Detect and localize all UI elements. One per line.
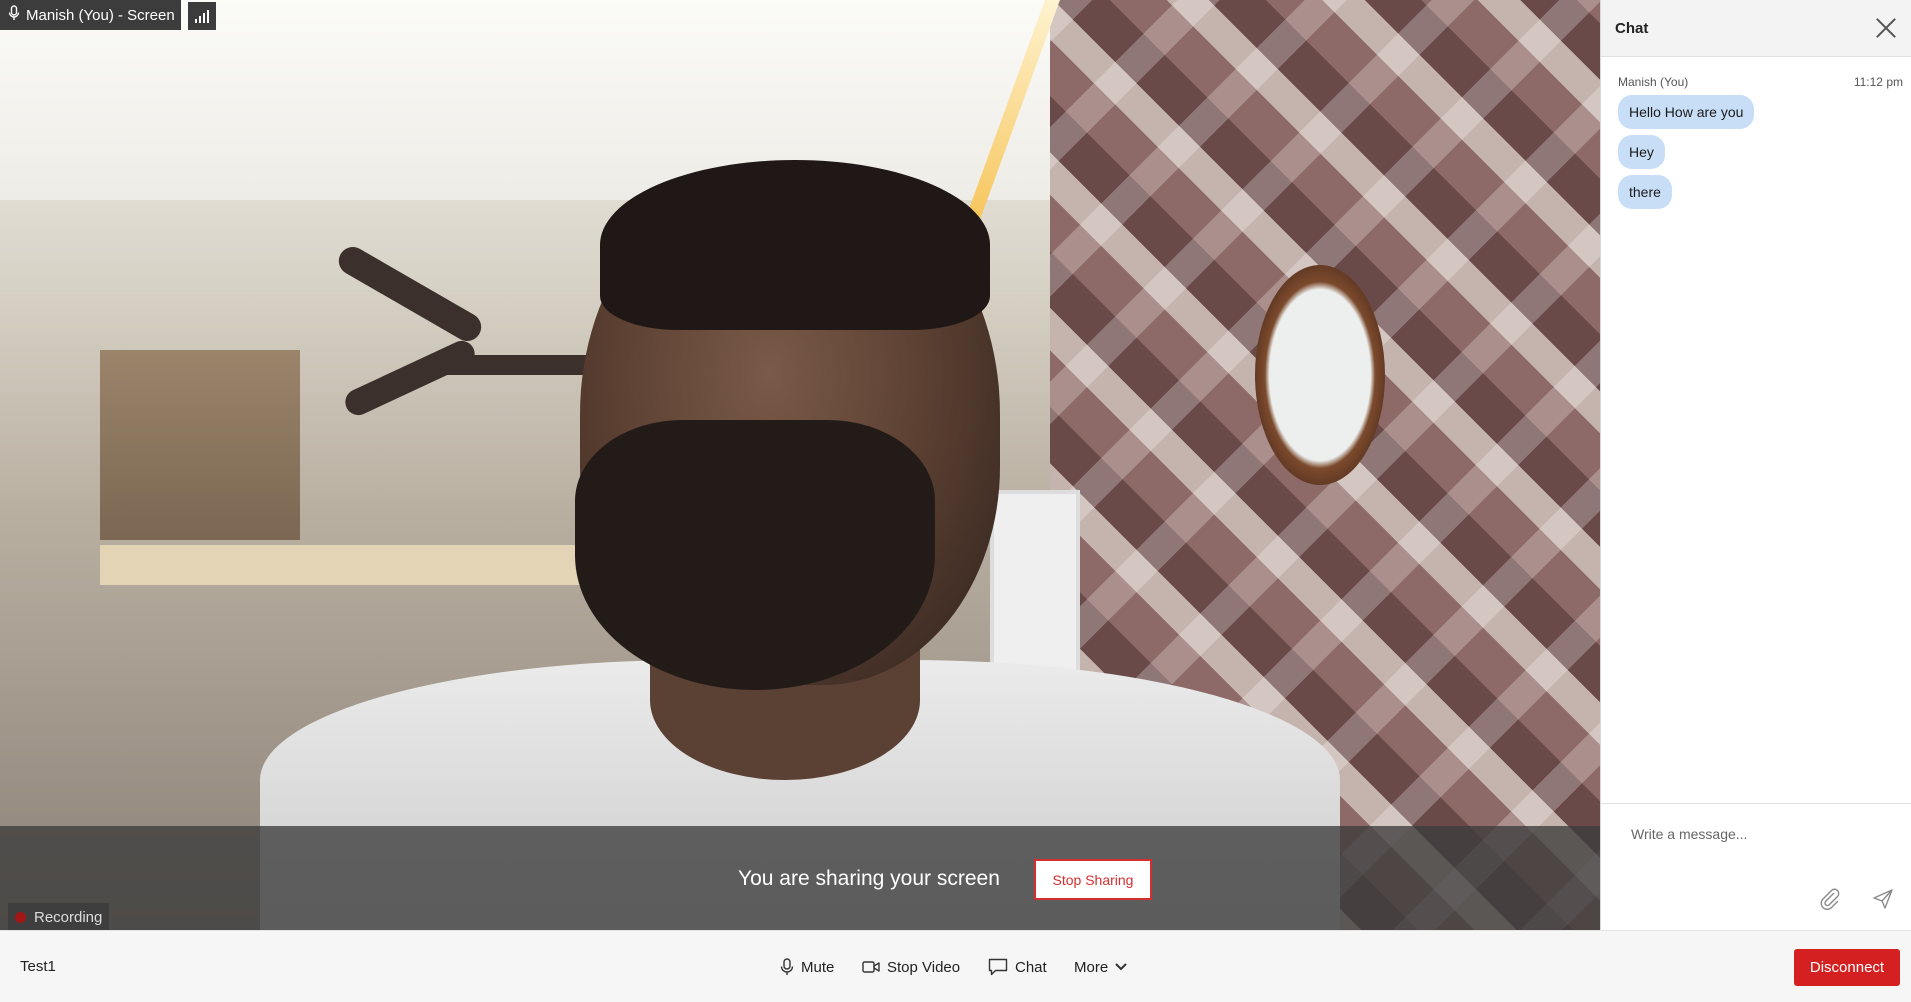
more-label: More bbox=[1074, 958, 1109, 976]
message-input[interactable] bbox=[1631, 826, 1891, 842]
chevron-down-icon bbox=[1115, 963, 1127, 971]
video-background bbox=[100, 545, 620, 585]
chat-message: Hello How are you bbox=[1618, 95, 1755, 129]
recording-indicator: Recording bbox=[8, 903, 110, 930]
video-background bbox=[1255, 265, 1385, 485]
chat-message: Hey bbox=[1618, 135, 1665, 169]
chat-title: Chat bbox=[1615, 19, 1649, 37]
close-icon[interactable] bbox=[1875, 17, 1897, 39]
video-background bbox=[341, 336, 479, 420]
record-dot-icon bbox=[15, 911, 26, 923]
message-composer bbox=[1601, 803, 1911, 930]
recording-label: Recording bbox=[34, 908, 103, 926]
message-time: 11:12 pm bbox=[1853, 75, 1903, 89]
chat-message: there bbox=[1618, 175, 1672, 209]
mute-label: Mute bbox=[801, 958, 835, 976]
participant-name-tag: Manish (You) - Screen bbox=[0, 0, 181, 30]
signal-strength-icon bbox=[188, 2, 216, 30]
bottom-toolbar: Test1 Mute Stop Video Chat More Disconne… bbox=[0, 930, 1911, 1002]
stop-video-label: Stop Video bbox=[887, 958, 961, 976]
video-camera-icon bbox=[862, 960, 880, 974]
video-background bbox=[430, 355, 600, 375]
disconnect-button[interactable]: Disconnect bbox=[1794, 949, 1900, 986]
meeting-name: Test1 bbox=[20, 958, 56, 975]
video-background bbox=[575, 420, 935, 690]
message-sender: Manish (You) bbox=[1618, 75, 1689, 89]
more-button[interactable]: More bbox=[1074, 953, 1127, 981]
chat-panel: Chat Manish (You) 11:12 pm Hello How are… bbox=[1600, 0, 1911, 930]
video-background bbox=[0, 0, 1100, 200]
microphone-icon bbox=[8, 5, 20, 25]
chat-header: Chat bbox=[1601, 0, 1911, 57]
chat-button[interactable]: Chat bbox=[988, 953, 1047, 981]
message-meta: Manish (You) 11:12 pm bbox=[1601, 57, 1911, 89]
message-list: Hello How are you Hey there bbox=[1601, 89, 1911, 209]
video-background bbox=[333, 241, 487, 347]
chat-label: Chat bbox=[1015, 958, 1047, 976]
stop-video-button[interactable]: Stop Video bbox=[862, 953, 960, 981]
microphone-icon bbox=[780, 958, 794, 976]
mute-button[interactable]: Mute bbox=[780, 953, 834, 981]
participant-name: Manish (You) - Screen bbox=[26, 6, 175, 24]
stop-sharing-button[interactable]: Stop Sharing bbox=[1034, 859, 1152, 900]
video-feed: Manish (You) - Screen You are sharing yo… bbox=[0, 0, 1600, 930]
video-background bbox=[600, 160, 990, 330]
paperclip-icon[interactable] bbox=[1817, 887, 1841, 911]
chat-bubble-icon bbox=[988, 958, 1008, 976]
share-message: You are sharing your screen bbox=[738, 867, 1000, 890]
send-icon[interactable] bbox=[1871, 887, 1895, 911]
video-background bbox=[100, 350, 300, 540]
